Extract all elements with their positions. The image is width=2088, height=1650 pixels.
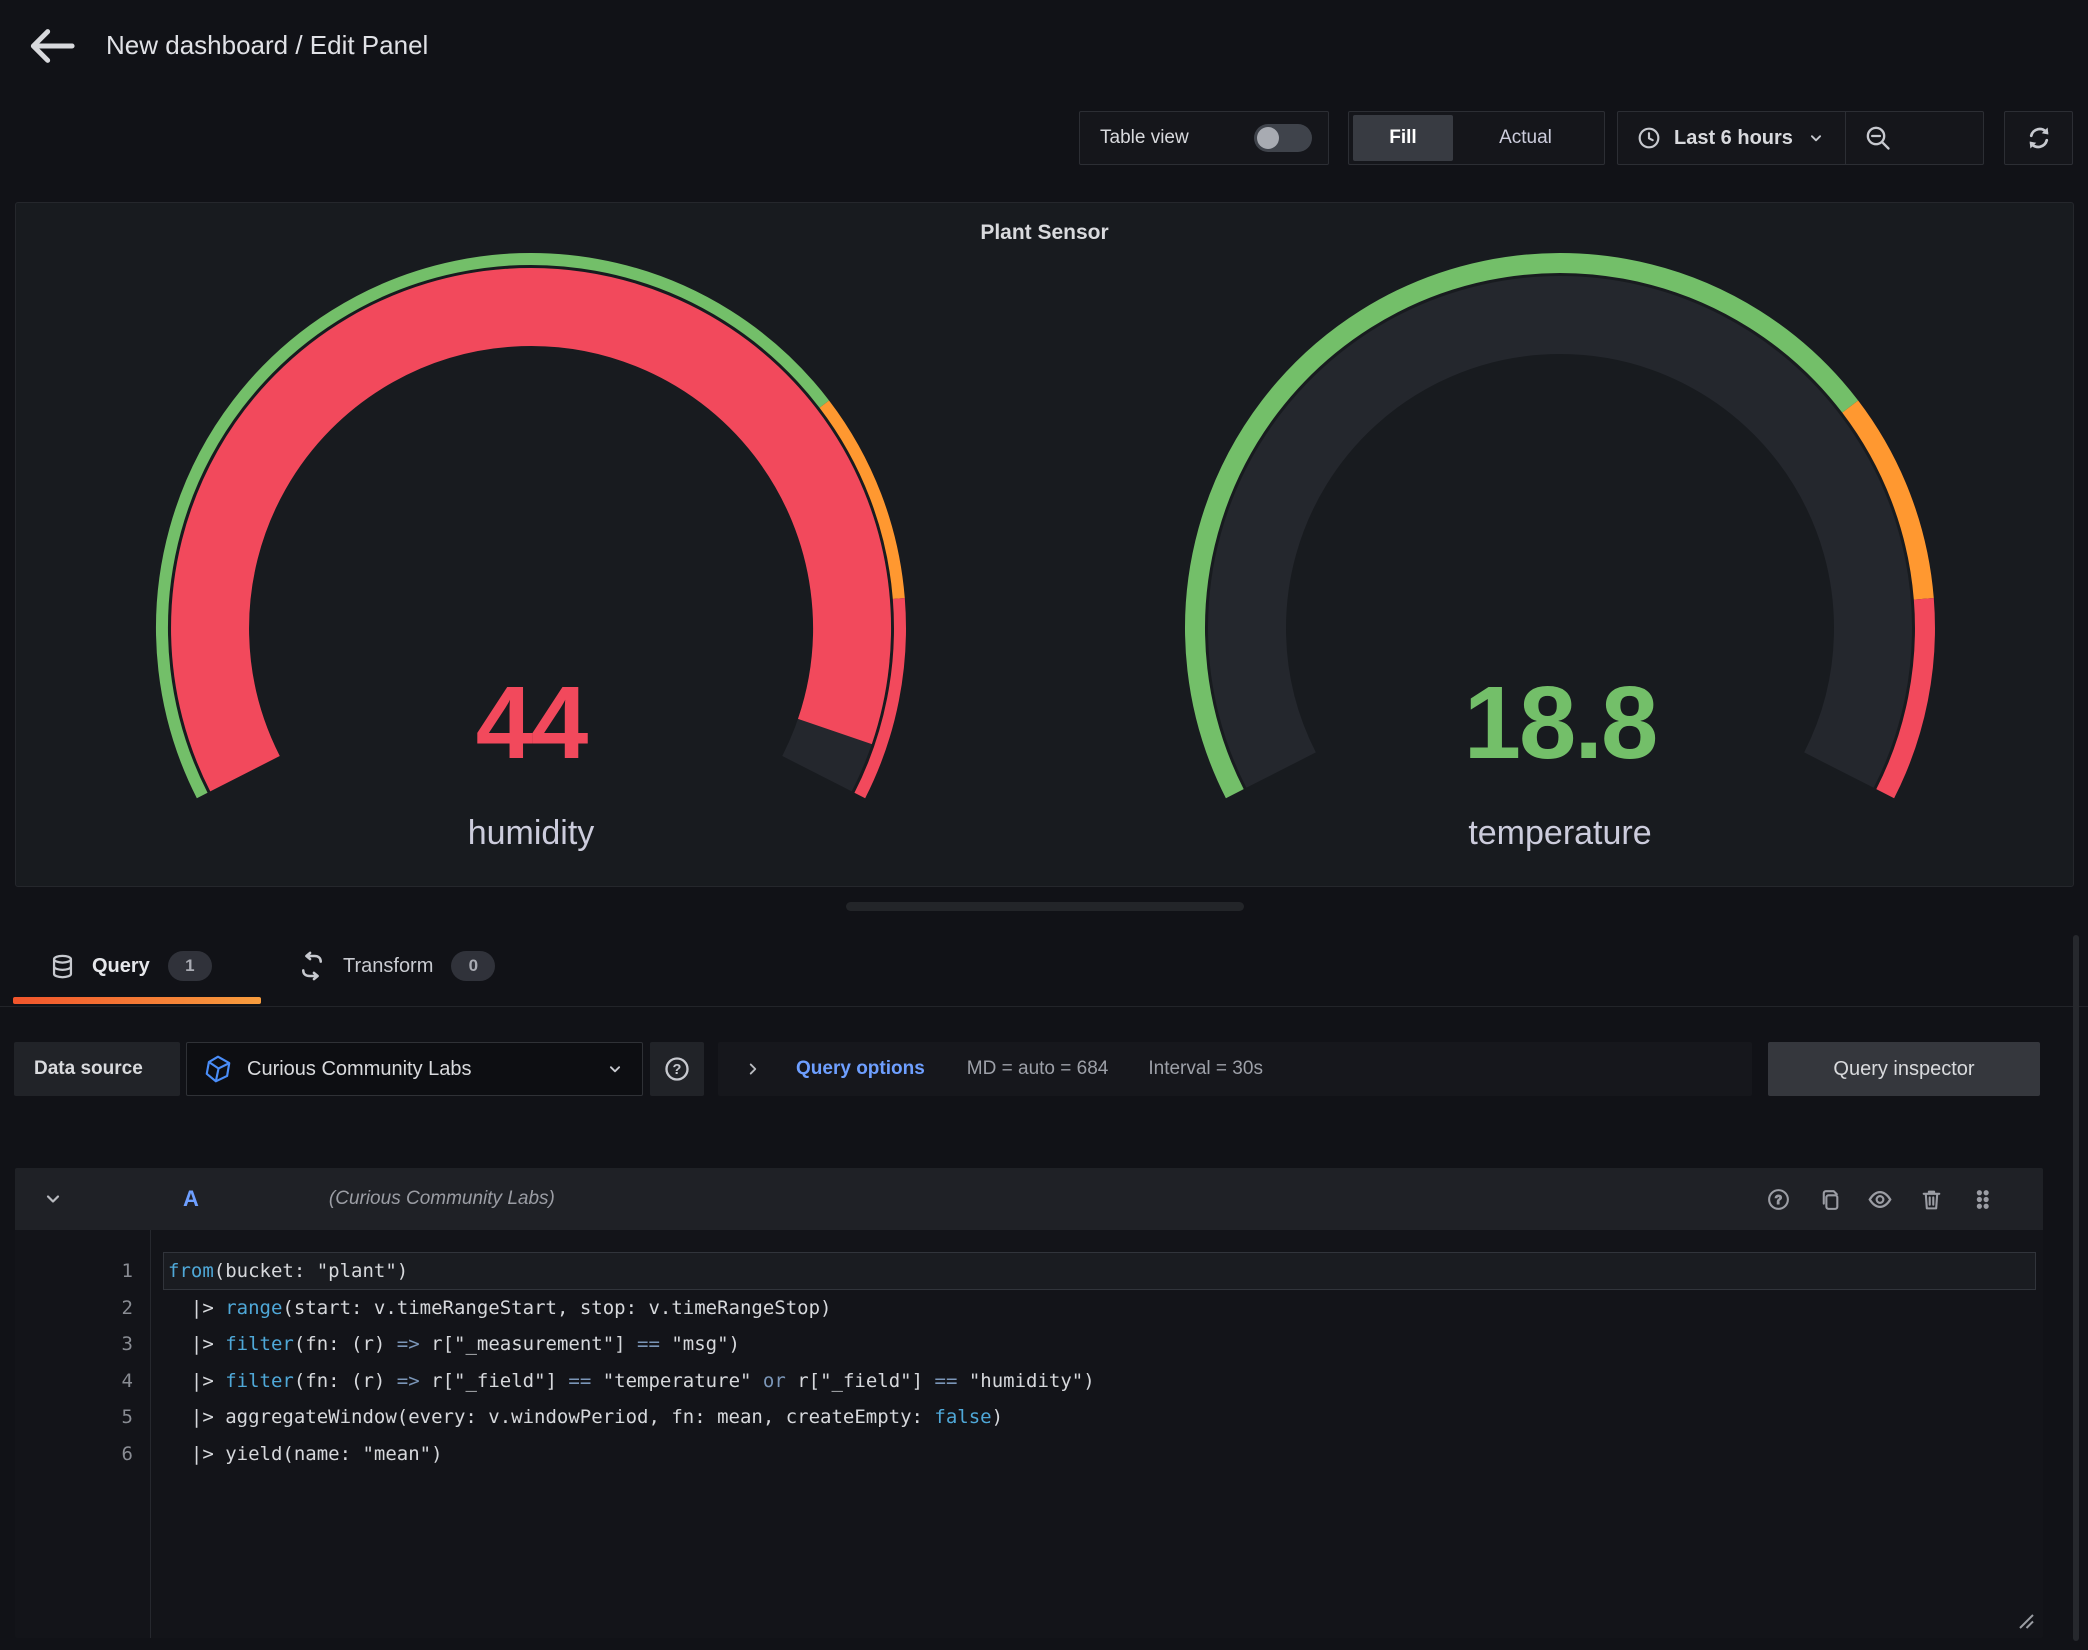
query-options-link[interactable]: Query options [796,1058,925,1080]
datasource-name: Curious Community Labs [247,1058,472,1081]
trash-icon [1919,1187,1944,1212]
query-help-button[interactable]: ? [1765,1186,1791,1212]
datasource-picker[interactable]: Curious Community Labs [186,1042,643,1096]
zoom-out-button[interactable] [1846,112,1910,164]
svg-text:?: ? [673,1062,682,1078]
tab-transform-count: 0 [451,951,495,981]
copy-icon [1817,1187,1842,1212]
chevron-down-icon [604,1058,626,1080]
code-line[interactable]: |> range(start: v.timeRangeStart, stop: … [168,1290,2013,1327]
time-range-label: Last 6 hours [1674,127,1793,150]
back-button[interactable] [26,22,78,70]
query-row-actions: ? [1765,1186,1995,1212]
temperature-label: temperature [1300,814,1820,853]
chevron-right-icon[interactable] [742,1058,764,1080]
grip-dots-icon [1970,1187,1995,1212]
question-circle-icon: ? [663,1055,691,1083]
query-row-header[interactable]: A (Curious Community Labs) ? [15,1168,2043,1230]
tab-transform[interactable]: Transform 0 [285,933,545,999]
code-lines: from(bucket: "plant") |> range(start: v.… [168,1253,2013,1472]
flux-code-editor[interactable]: 123456 from(bucket: "plant") |> range(st… [15,1230,2043,1638]
humidity-label: humidity [271,814,791,853]
page-title: New dashboard / Edit Panel [106,30,428,61]
code-line[interactable]: |> filter(fn: (r) => r["_measurement"] =… [168,1326,2013,1363]
svg-text:?: ? [1774,1192,1782,1206]
drag-query-handle[interactable] [1969,1186,1995,1212]
interval-stat: Interval = 30s [1148,1058,1263,1080]
chevron-down-icon [1805,127,1827,149]
eye-icon [1867,1186,1893,1213]
delete-query-button[interactable] [1918,1186,1944,1212]
duplicate-query-button[interactable] [1816,1186,1842,1212]
table-view-toggle[interactable] [1254,124,1312,152]
query-inspector-button[interactable]: Query inspector [1768,1042,2040,1096]
code-line[interactable]: |> aggregateWindow(every: v.windowPeriod… [168,1399,2013,1436]
line-number: 6 [55,1436,133,1473]
toggle-visibility-button[interactable] [1867,1186,1893,1212]
tabs-divider [0,1006,2088,1007]
code-gutter: 123456 [55,1253,133,1472]
arrow-left-icon [29,26,75,66]
code-line[interactable]: |> yield(name: "mean") [168,1436,2013,1473]
editor-tabs: Query 1 Transform 0 [0,933,2088,1007]
line-number: 5 [55,1399,133,1436]
active-tab-indicator [13,997,261,1004]
tab-query-count: 1 [168,951,212,981]
database-icon [49,953,76,980]
transform-arrows-icon [297,951,327,981]
line-number: 4 [55,1363,133,1400]
code-line[interactable]: |> filter(fn: (r) => r["_field"] == "tem… [168,1363,2013,1400]
query-datasource-hint: (Curious Community Labs) [329,1188,555,1210]
line-number: 3 [55,1326,133,1363]
query-options-bar: Query options MD = auto = 684 Interval =… [718,1042,1752,1096]
toggle-knob [1257,127,1279,149]
line-number: 1 [55,1253,133,1290]
gutter-divider [150,1230,151,1638]
code-line[interactable]: from(bucket: "plant") [168,1253,2013,1290]
fill-actual-segmented: Fill Actual [1348,111,1605,165]
sync-arrows-icon [2024,123,2054,153]
tab-transform-label: Transform [343,955,433,978]
datasource-help-button[interactable]: ? [650,1042,704,1096]
chevron-down-icon[interactable] [41,1187,65,1211]
table-view-label: Table view [1100,127,1189,149]
max-data-points-stat: MD = auto = 684 [967,1058,1109,1080]
resize-corner-icon[interactable] [2013,1608,2037,1632]
datasource-label: Data source [14,1042,180,1096]
fill-button[interactable]: Fill [1353,115,1453,161]
tab-query-label: Query [92,955,150,978]
temperature-value: 18.8 [1300,664,1820,782]
vertical-scrollbar[interactable] [2073,935,2079,1641]
question-circle-icon: ? [1766,1187,1791,1212]
plant-sensor-panel: Plant Sensor 44 humidity 18.8 temperatur… [15,202,2074,887]
line-number: 2 [55,1290,133,1327]
tab-query[interactable]: Query 1 [13,933,261,999]
pane-resize-handle[interactable] [846,902,1244,911]
grafana-edit-panel-screen: New dashboard / Edit Panel Table view Fi… [0,0,2088,1650]
query-ref-id: A [183,1186,199,1212]
clock-icon [1636,125,1662,151]
time-range-group: Last 6 hours [1617,111,1984,165]
magnifier-minus-icon [1864,124,1892,152]
table-view-group: Table view [1079,111,1329,165]
query-editor-card: A (Curious Community Labs) ? [15,1168,2043,1638]
humidity-value: 44 [271,664,791,782]
refresh-button[interactable] [2004,111,2073,165]
influx-cube-icon [203,1054,233,1084]
time-range-picker[interactable]: Last 6 hours [1618,112,1845,164]
actual-button[interactable]: Actual [1453,115,1598,161]
